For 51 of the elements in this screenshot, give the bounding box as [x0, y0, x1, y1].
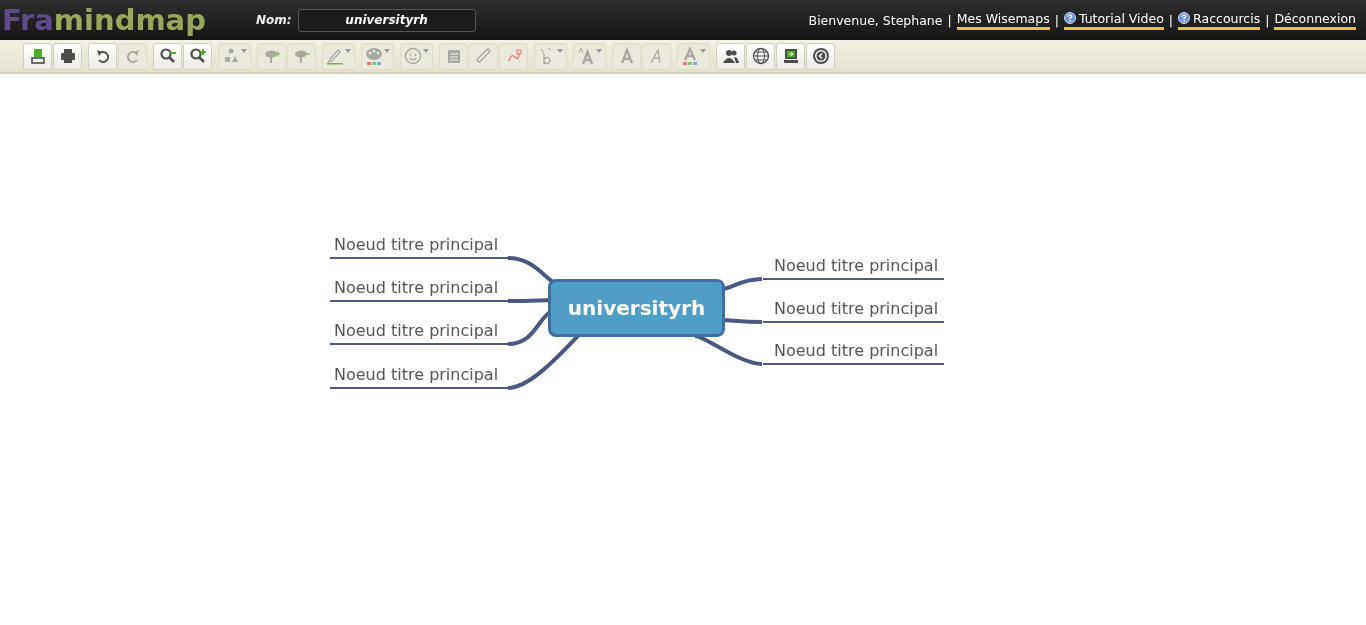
nav-link[interactable]: Déconnexion	[1274, 10, 1356, 30]
export-icon	[28, 47, 47, 65]
globe-button[interactable]	[746, 42, 775, 70]
export-button[interactable]	[23, 42, 52, 70]
back-button[interactable]	[806, 42, 835, 70]
caret-icon	[345, 48, 351, 53]
welcome-text: Bienvenue, Stephane	[808, 12, 943, 28]
zoom-out-icon	[158, 47, 177, 65]
separator: |	[1265, 12, 1270, 28]
zoom-in-icon	[188, 47, 207, 65]
help-icon	[1063, 12, 1076, 24]
nav-link[interactable]: Tutorial Video	[1063, 10, 1164, 30]
palette-icon	[365, 47, 383, 65]
people-icon	[721, 47, 740, 65]
people-button[interactable]	[716, 42, 745, 70]
topic-node[interactable]: Noeud titre principal	[763, 341, 944, 365]
caret-icon	[241, 48, 247, 53]
topic-node[interactable]: Noeud titre principal	[330, 278, 510, 302]
caret-icon	[423, 48, 429, 53]
print-button[interactable]	[53, 42, 82, 70]
publish-icon	[781, 47, 800, 65]
connector-line	[694, 334, 763, 366]
app-logo: Framindmap	[2, 5, 206, 35]
undo-button[interactable]	[88, 42, 117, 70]
pencil-icon	[326, 47, 344, 65]
shapes-icon	[222, 47, 240, 65]
topic-node[interactable]: Noeud titre principal	[330, 235, 510, 259]
topic-node[interactable]: Noeud titre principal	[330, 321, 510, 345]
topic-node[interactable]: Noeud titre principal	[763, 256, 944, 280]
help-icon	[1178, 12, 1191, 24]
separator: |	[1054, 12, 1059, 28]
topic-node[interactable]: Noeud titre principal	[330, 365, 510, 389]
caret-icon	[596, 48, 602, 53]
separator: |	[1168, 12, 1174, 28]
nav-link[interactable]: Raccourcis	[1178, 10, 1261, 30]
caret-icon	[557, 48, 563, 53]
zoom-in-button[interactable]	[183, 42, 212, 70]
caret-icon	[700, 48, 706, 53]
nav-link[interactable]: Mes Wisemaps	[956, 10, 1050, 30]
globe-icon	[751, 47, 770, 65]
topic-node[interactable]: Noeud titre principal	[763, 299, 944, 323]
smiley-icon	[404, 47, 422, 65]
caret-icon	[384, 48, 390, 53]
publish-button[interactable]	[776, 42, 805, 70]
name-label: Nom:	[255, 13, 292, 27]
zoom-out-button[interactable]	[153, 42, 182, 70]
font-size-icon	[577, 47, 595, 65]
separator: |	[947, 12, 952, 28]
back-icon	[811, 47, 830, 65]
font-color-icon	[681, 47, 699, 65]
name-field[interactable]: universityrh	[297, 8, 476, 32]
